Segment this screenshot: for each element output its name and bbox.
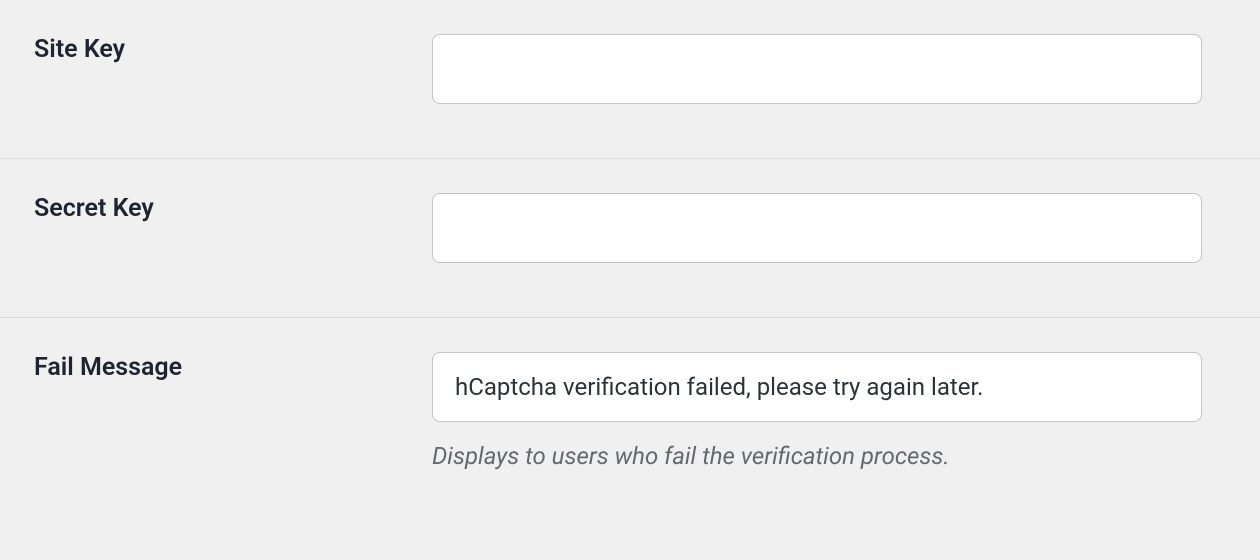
- form-row-fail-message: Fail Message Displays to users who fail …: [0, 318, 1260, 528]
- secret-key-input[interactable]: [432, 193, 1202, 263]
- field-secret-key: [432, 193, 1226, 263]
- site-key-label-text: Site Key: [34, 35, 125, 64]
- settings-form: Site Key Secret Key Fail Message Display…: [0, 0, 1260, 528]
- field-site-key: [432, 34, 1226, 104]
- label-site-key: Site Key: [34, 34, 432, 67]
- fail-message-input[interactable]: [432, 352, 1202, 422]
- form-row-secret-key: Secret Key: [0, 159, 1260, 318]
- site-key-input[interactable]: [432, 34, 1202, 104]
- label-fail-message: Fail Message: [34, 352, 432, 385]
- label-secret-key: Secret Key: [34, 193, 432, 226]
- form-row-site-key: Site Key: [0, 0, 1260, 159]
- field-fail-message: Displays to users who fail the verificat…: [432, 352, 1226, 474]
- fail-message-label-text: Fail Message: [34, 353, 182, 382]
- secret-key-label-text: Secret Key: [34, 194, 154, 223]
- fail-message-description: Displays to users who fail the verificat…: [432, 440, 1202, 474]
